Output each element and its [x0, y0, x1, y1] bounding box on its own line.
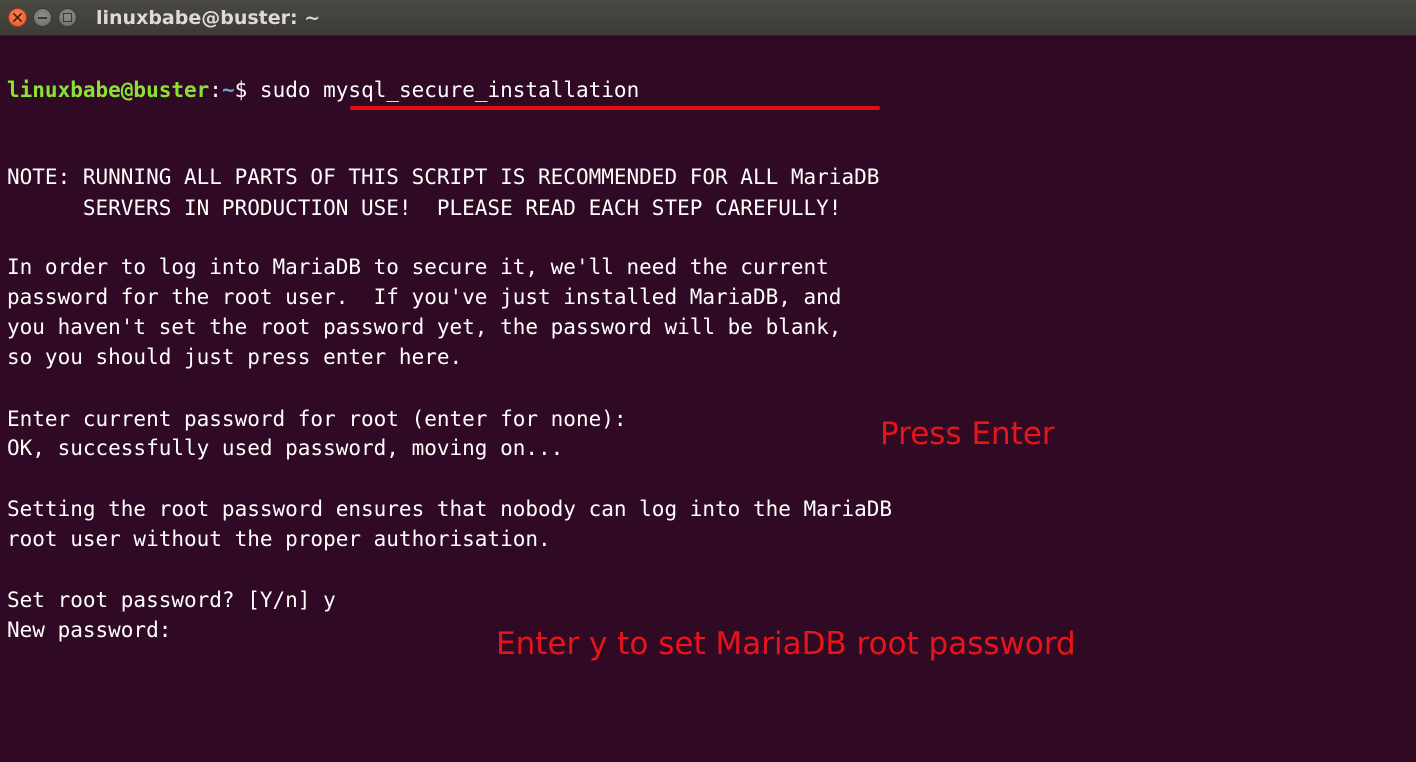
- prompt-user-host: linuxbabe@buster: [7, 78, 210, 102]
- output-line: NOTE: RUNNING ALL PARTS OF THIS SCRIPT I…: [7, 165, 880, 189]
- output-line: SERVERS IN PRODUCTION USE! PLEASE READ E…: [7, 196, 842, 220]
- prompt-line: linuxbabe@buster:~$ sudo mysql_secure_in…: [7, 75, 639, 105]
- command-underline: [350, 106, 880, 110]
- annotation-press-enter: Press Enter: [880, 416, 1055, 452]
- terminal-window: linuxbabe@buster: ~ linuxbabe@buster:~$ …: [0, 0, 1416, 762]
- minimize-icon[interactable]: [33, 8, 52, 27]
- maximize-icon[interactable]: [58, 8, 77, 27]
- close-icon[interactable]: [8, 8, 27, 27]
- prompt-path: ~: [221, 78, 235, 102]
- prompt-symbol: $: [234, 78, 248, 102]
- output-line: OK, successfully used password, moving o…: [7, 436, 564, 460]
- output-line: Set root password? [Y/n] y: [7, 588, 336, 612]
- annotation-enter-y: Enter y to set MariaDB root password: [496, 626, 1076, 662]
- output-line: password for the root user. If you've ju…: [7, 285, 842, 309]
- title-bar[interactable]: linuxbabe@buster: ~: [0, 0, 1416, 36]
- output-line: you haven't set the root password yet, t…: [7, 315, 842, 339]
- output-line: root user without the proper authorisati…: [7, 527, 551, 551]
- output-line: Setting the root password ensures that n…: [7, 497, 893, 521]
- command-text: sudo mysql_secure_installation: [259, 78, 640, 102]
- output-line: In order to log into MariaDB to secure i…: [7, 255, 829, 279]
- prompt-separator: :: [209, 78, 222, 102]
- output-line: Enter current password for root (enter f…: [7, 407, 640, 431]
- window-title: linuxbabe@buster: ~: [96, 7, 321, 29]
- output-line: New password:: [7, 618, 172, 642]
- output-line: so you should just press enter here.: [7, 345, 463, 369]
